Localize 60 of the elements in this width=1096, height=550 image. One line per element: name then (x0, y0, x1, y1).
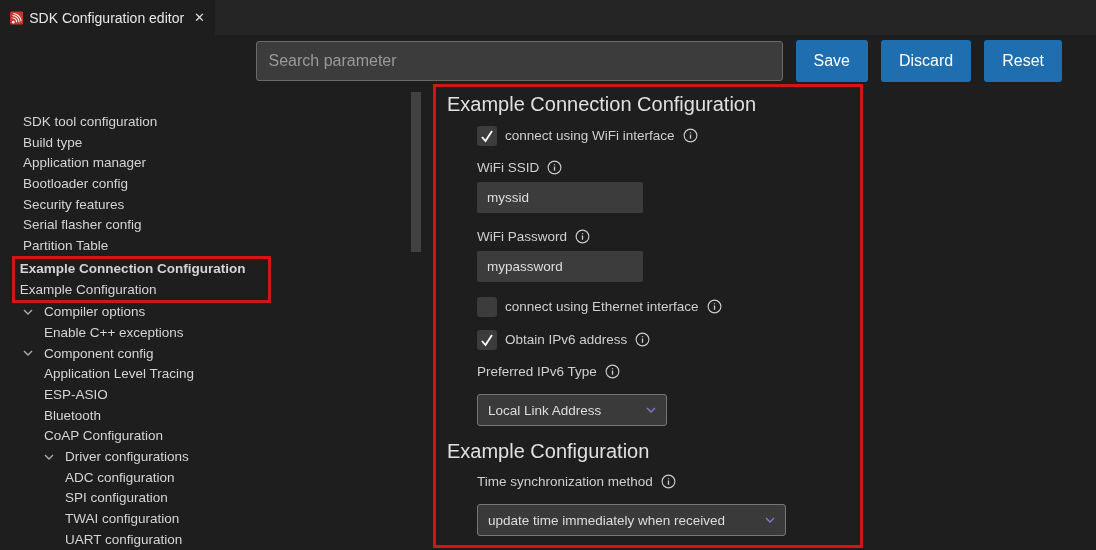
sidebar-item[interactable]: TWAI configuration (15, 509, 411, 530)
sidebar-item[interactable]: Application Level Tracing (15, 364, 411, 385)
chevron-icon[interactable] (646, 406, 656, 414)
chevron-icon[interactable] (44, 453, 54, 461)
info-icon[interactable] (547, 159, 563, 175)
sidebar-item[interactable]: Serial flasher config (15, 215, 411, 237)
sidebar-item[interactable]: Driver configurations (15, 447, 411, 468)
sidebar-item[interactable]: Security features (15, 194, 411, 216)
sidebar-item[interactable]: Enable C++ exceptions (15, 322, 411, 344)
sidebar-item[interactable]: CoAP Configuration (15, 426, 411, 447)
checkbox[interactable] (477, 125, 497, 146)
sidebar-item[interactable]: Bootloader config (15, 174, 411, 195)
sidebar-item[interactable]: Example Connection Configuration (15, 258, 268, 280)
scrollbar-thumb[interactable] (411, 92, 421, 252)
chevron-icon[interactable] (23, 350, 33, 358)
chevron-icon[interactable] (765, 516, 776, 524)
checkbox-label: Obtain IPv6 address (505, 332, 628, 347)
sidebar-item[interactable]: ADC configuration (15, 467, 411, 489)
sidebar-item[interactable]: Bluetooth (15, 405, 411, 427)
toolbar-button[interactable]: Discard (880, 40, 972, 82)
info-icon[interactable] (635, 332, 651, 347)
sidebar-item[interactable]: Example Configuration (15, 279, 268, 301)
checkbox[interactable] (477, 329, 497, 350)
section-title: Example Configuration (447, 439, 651, 464)
checkbox-label: connect using Ethernet interface (505, 299, 699, 314)
editor-tab[interactable]: SDK Configuration editor ✕ (0, 0, 215, 35)
logo-icon (10, 9, 24, 26)
sidebar-item[interactable]: Compiler options (15, 302, 411, 323)
field-label: WiFi SSID (477, 159, 540, 175)
search-field[interactable]: Search parameter (255, 41, 783, 81)
field-label: WiFi Password (477, 228, 567, 244)
dropdown[interactable]: Local Link Address (477, 394, 667, 426)
check-icon (480, 332, 494, 347)
checkbox-label: connect using WiFi interface (505, 128, 675, 143)
info-icon[interactable] (575, 228, 590, 244)
input-field[interactable]: mypassword (477, 251, 643, 282)
checkbox[interactable] (477, 296, 497, 317)
sidebar-item[interactable]: Build type (15, 132, 411, 154)
sidebar-item[interactable]: Component config (15, 343, 411, 365)
close-button[interactable]: ✕ (194, 10, 205, 25)
info-icon[interactable] (706, 299, 722, 314)
sidebar-item[interactable]: Application manager (15, 153, 411, 175)
toolbar-button[interactable]: Reset (984, 40, 1062, 82)
field-label: Preferred IPv6 Type (477, 363, 597, 379)
field-label: Time synchronization method (477, 473, 653, 489)
sidebar-item[interactable]: ESP-ASIO (15, 384, 411, 406)
dropdown[interactable]: update time immediately when received (477, 504, 787, 536)
toolbar-button[interactable]: Save (795, 40, 868, 82)
sidebar-item[interactable]: SPI configuration (15, 488, 411, 510)
input-field[interactable]: myssid (477, 182, 643, 213)
check-icon (480, 128, 494, 143)
info-icon[interactable] (660, 473, 676, 489)
sidebar-item[interactable]: Partition Table (15, 236, 411, 257)
info-icon[interactable] (682, 128, 698, 143)
info-icon[interactable] (604, 363, 620, 379)
sidebar-item[interactable]: UART configuration (15, 529, 411, 550)
section-title: Example Connection Configuration (447, 92, 758, 117)
sidebar-item[interactable]: SDK tool configuration (15, 112, 411, 133)
chevron-icon[interactable] (23, 309, 33, 317)
tab-title: SDK Configuration editor (29, 9, 185, 26)
